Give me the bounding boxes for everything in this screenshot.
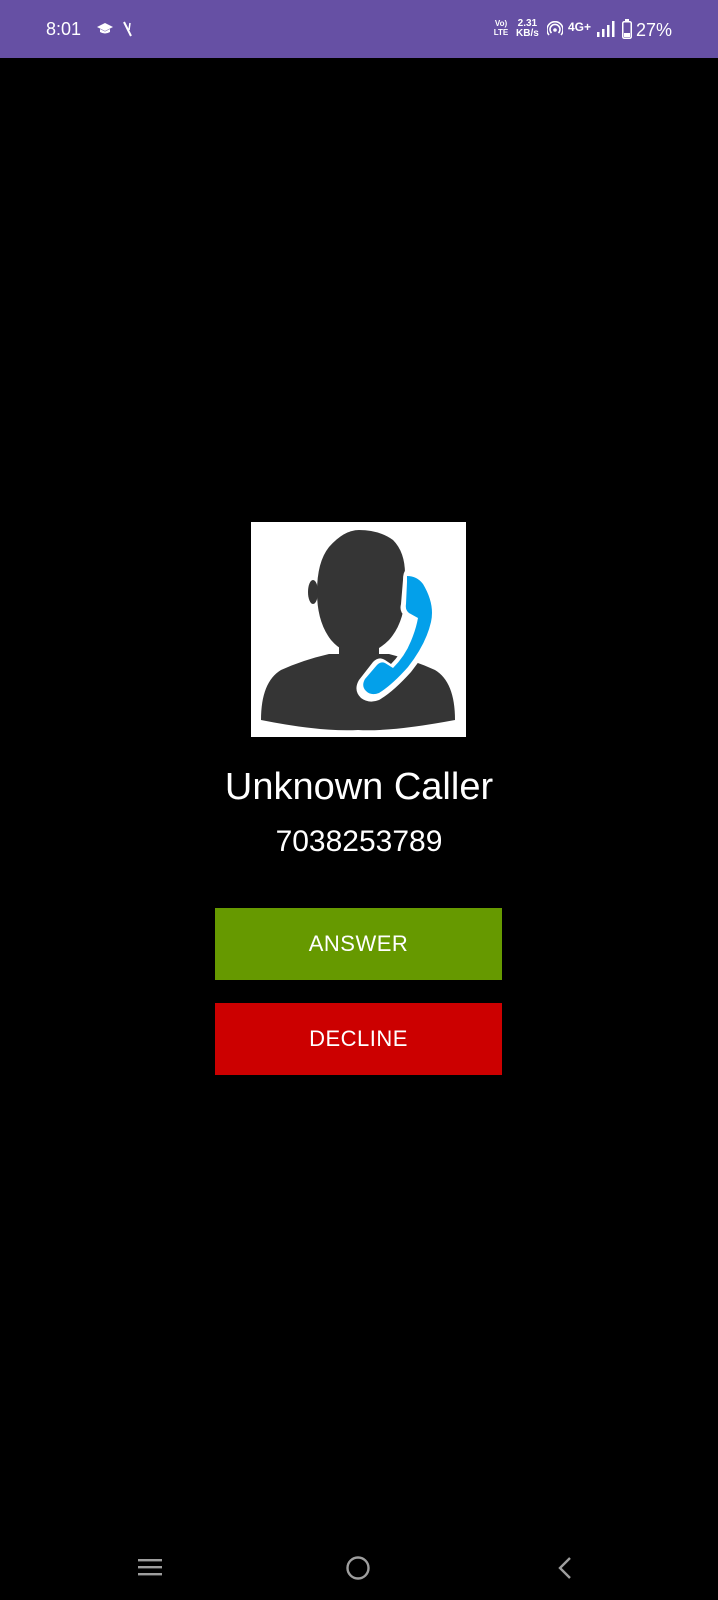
caller-avatar [251, 522, 466, 737]
recents-icon[interactable] [136, 1556, 164, 1578]
status-bar: 8:01 Vo) LTE 2.31 KB/s 4G+ 27% [0, 0, 718, 58]
volte-top-text: Vo) [494, 19, 508, 28]
caller-name: Unknown Caller [224, 766, 494, 808]
volte-icon: Vo) LTE [493, 20, 509, 38]
caller-avatar-icon [261, 530, 455, 731]
feather-icon [123, 21, 132, 37]
network-speed: 2.31 KB/s [516, 19, 539, 39]
signal-icon [597, 21, 615, 37]
caller-number: 7038253789 [275, 825, 443, 858]
volte-bottom-text: LTE [493, 28, 509, 37]
battery-icon [622, 19, 632, 39]
network-type: 4G+ [568, 20, 592, 34]
answer-button[interactable]: ANSWER [215, 908, 502, 980]
back-icon[interactable] [556, 1556, 574, 1580]
hotspot-icon [547, 21, 563, 36]
battery-percent: 27% [636, 20, 673, 40]
decline-button[interactable]: DECLINE [215, 1003, 502, 1075]
home-icon[interactable] [345, 1555, 371, 1581]
status-time: 8:01 [46, 19, 82, 39]
graduation-cap-icon [97, 23, 113, 34]
network-speed-unit: KB/s [516, 28, 539, 39]
